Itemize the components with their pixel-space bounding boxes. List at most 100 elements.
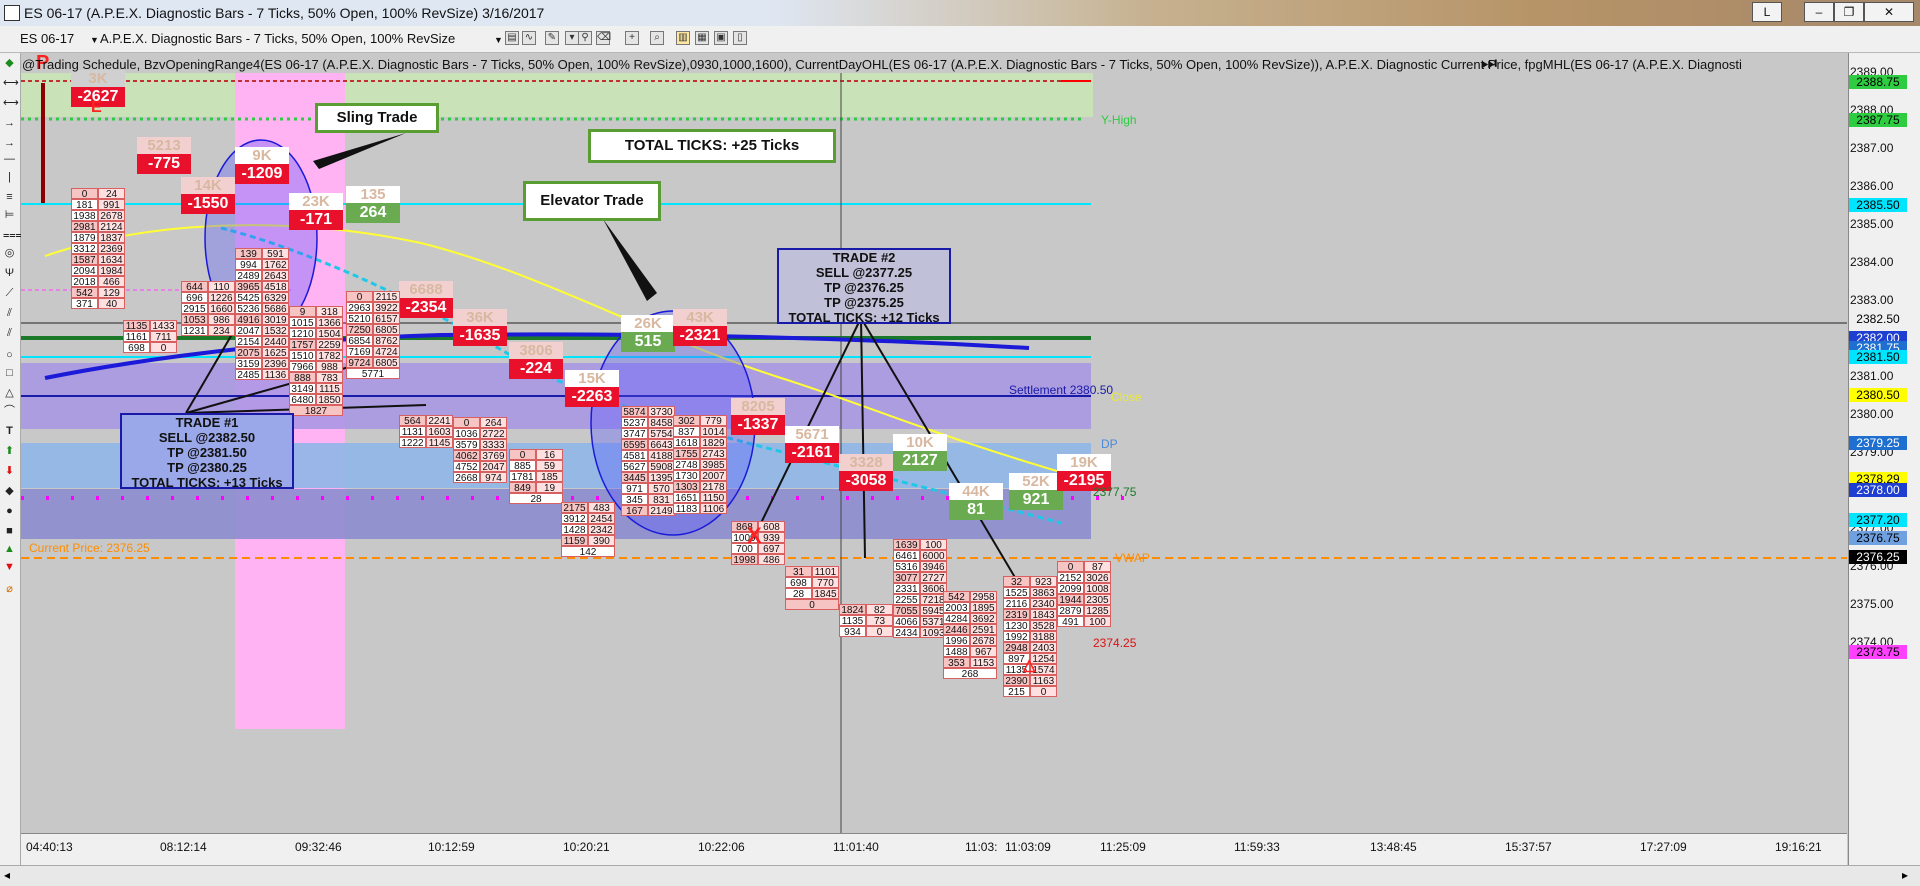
pin-icon[interactable]: ⚲ xyxy=(578,31,592,45)
footprint-cell: 19 xyxy=(536,482,563,494)
bar-type-selector[interactable]: A.P.E.X. Diagnostic Bars - 7 Ticks, 50% … xyxy=(100,31,455,46)
indicators-icon[interactable]: ∿ xyxy=(522,31,536,45)
footprint-cell: 2434 xyxy=(893,627,920,639)
restore-button[interactable]: ❐ xyxy=(1834,2,1864,22)
text-tool-icon[interactable]: T xyxy=(3,425,16,438)
footprint-cell: 2489 xyxy=(235,270,262,282)
footprint-column: 0 2115 2963 3922 5210 6157 7250 6805 6854 8762 716… xyxy=(346,291,400,380)
snapshot-icon[interactable]: ▣ xyxy=(714,31,728,45)
footprint-cell: 234 xyxy=(208,325,235,337)
footprint-cell: 1850 xyxy=(316,394,343,406)
scroll-right-icon[interactable]: ▸ xyxy=(1902,868,1908,882)
template-icon[interactable]: ▯ xyxy=(733,31,747,45)
chart-panel[interactable]: 3K -2627 5213 -775 14K -1550 9K -1209 23K -171 135… xyxy=(21,53,1847,833)
dot-tool-icon[interactable]: ● xyxy=(3,505,16,518)
dp-label: DP xyxy=(1101,437,1118,451)
ellipse-tool-icon[interactable]: ○ xyxy=(3,349,16,362)
footprint-cell: 5316 xyxy=(893,561,920,573)
bar-volume-label: 9K xyxy=(235,147,289,164)
footprint-cell: 644 xyxy=(181,281,208,293)
fib-retracement-icon[interactable]: ⊨ xyxy=(3,209,16,222)
app-icon xyxy=(4,5,20,21)
footprint-cell: 1210 xyxy=(289,328,316,340)
bar-type-dropdown-icon[interactable]: ▼ xyxy=(494,35,503,45)
drawing-tools-bar: ◆ ⟷ ⟷ → → — | ≡ ⊨ ⩶ ◎ Ψ ⟋ ⫽ ⫽ ○ □ △ ⌒ T … xyxy=(0,53,22,865)
footprint-column: 139 591 994 1762 2489 2643 3965 4518 5425 6329 523… xyxy=(235,248,289,381)
price-axis[interactable] xyxy=(1848,53,1920,865)
instrument-selector[interactable]: ES 06-17 xyxy=(20,31,74,46)
arrow-up-tool-icon[interactable]: ⬆ xyxy=(3,445,16,458)
footprint-cell: 1651 xyxy=(673,492,700,504)
triangle-tool-icon[interactable]: △ xyxy=(3,387,16,400)
footprint-cell: 3333 xyxy=(480,439,507,451)
footprint-cell: 1433 xyxy=(150,320,177,332)
footprint-cell: 783 xyxy=(316,372,343,384)
crosshair-icon[interactable]: + xyxy=(625,31,639,45)
triangle-down-tool-icon[interactable]: ▼ xyxy=(3,561,16,574)
footprint-row: 1135 73 xyxy=(839,615,893,627)
fib-extension-icon[interactable]: ⩶ xyxy=(3,229,22,242)
footprint-cell: 2678 xyxy=(970,635,997,647)
trend-channel-icon[interactable]: ⫽ xyxy=(3,327,16,340)
channel-icon[interactable]: ≡ xyxy=(3,191,16,204)
remove-drawings-icon[interactable]: ⌀ xyxy=(3,583,16,596)
close-button[interactable]: ✕ xyxy=(1864,2,1914,22)
time-tick-label: 10:20:21 xyxy=(563,840,610,854)
link-button[interactable]: L xyxy=(1752,2,1782,22)
footprint-cell: 1008 xyxy=(1084,583,1111,595)
footprint-row: 1938 2678 xyxy=(71,210,125,222)
vertical-line-icon[interactable]: | xyxy=(3,171,16,184)
instrument-dropdown-icon[interactable]: ▼ xyxy=(90,35,99,45)
data-box-icon[interactable]: ▦ xyxy=(695,31,709,45)
footprint-cell: 7250 xyxy=(346,324,373,336)
fib-circle-icon[interactable]: ◎ xyxy=(3,247,16,260)
footprint-cell: 2722 xyxy=(480,428,507,440)
footprint-cell: 4752 xyxy=(453,461,480,473)
arc-tool-icon[interactable]: ⌒ xyxy=(3,405,16,418)
footprint-cell: 2369 xyxy=(98,243,125,255)
footprint-cell: 4518 xyxy=(262,281,289,293)
regression-icon[interactable]: ⫽ xyxy=(3,307,16,320)
pencil-icon[interactable]: ✎ xyxy=(545,31,559,45)
triangle-up-tool-icon[interactable]: ▲ xyxy=(3,543,16,556)
chart-mode-icon[interactable]: ▥ xyxy=(676,31,690,45)
gann-fan-icon[interactable]: ⟋ xyxy=(3,287,16,300)
extended-line-icon[interactable]: → xyxy=(3,117,16,130)
footprint-cell: 1824 xyxy=(839,604,866,616)
bar-volume-label: 14K xyxy=(181,177,235,194)
square-tool-icon[interactable]: ■ xyxy=(3,525,16,538)
zoom-icon[interactable]: ⌕ xyxy=(650,31,664,45)
footprint-cell: 0 xyxy=(453,417,480,429)
horizontal-line-icon[interactable]: — xyxy=(3,153,16,166)
rectangle-tool-icon[interactable]: □ xyxy=(3,367,16,380)
footprint-row: 1730 2007 xyxy=(673,470,727,482)
ray-tool-icon[interactable]: ⟷ xyxy=(3,97,19,110)
bar-volume-label: 3328 xyxy=(839,454,893,471)
properties-icon[interactable]: ▤ xyxy=(505,31,519,45)
arrow-down-tool-icon[interactable]: ⬇ xyxy=(3,465,16,478)
price-badge: 2376.25 xyxy=(1849,549,1907,564)
time-tick-label: 17:27:09 xyxy=(1640,840,1687,854)
footprint-cell: 0 xyxy=(785,599,839,611)
arrow-line-icon[interactable]: → xyxy=(3,137,16,150)
time-tick-label: 04:40:13 xyxy=(26,840,73,854)
footprint-cell: 1755 xyxy=(673,448,700,460)
andrews-pitchfork-icon[interactable]: Ψ xyxy=(3,267,16,280)
footprint-cell: 2255 xyxy=(893,594,920,606)
window-title: ES 06-17 (A.P.E.X. Diagnostic Bars - 7 T… xyxy=(24,5,545,21)
horizontal-scrollbar[interactable]: ◂ ▸ xyxy=(0,865,1920,886)
footprint-cell: 1303 xyxy=(673,481,700,493)
minimize-button[interactable]: – xyxy=(1804,2,1834,22)
footprint-cell: 711 xyxy=(150,331,177,343)
diamond-tool-icon[interactable]: ◆ xyxy=(3,485,16,498)
line-tool-icon[interactable]: ⟷ xyxy=(3,77,19,90)
up-arrow-tool-icon[interactable]: ◆ xyxy=(3,57,16,70)
scroll-left-icon[interactable]: ◂ xyxy=(4,868,10,882)
time-tick-label: 10:22:06 xyxy=(698,840,745,854)
footprint-row: 1135 1433 xyxy=(123,320,177,332)
footprint-cell: 885 xyxy=(509,460,536,472)
bar-delta-label: 81 xyxy=(949,500,1003,520)
draw-tools-icon[interactable]: ▾ xyxy=(565,31,579,45)
footprint-cell: 0 xyxy=(150,342,177,354)
eraser-icon[interactable]: ⌫ xyxy=(596,31,611,45)
